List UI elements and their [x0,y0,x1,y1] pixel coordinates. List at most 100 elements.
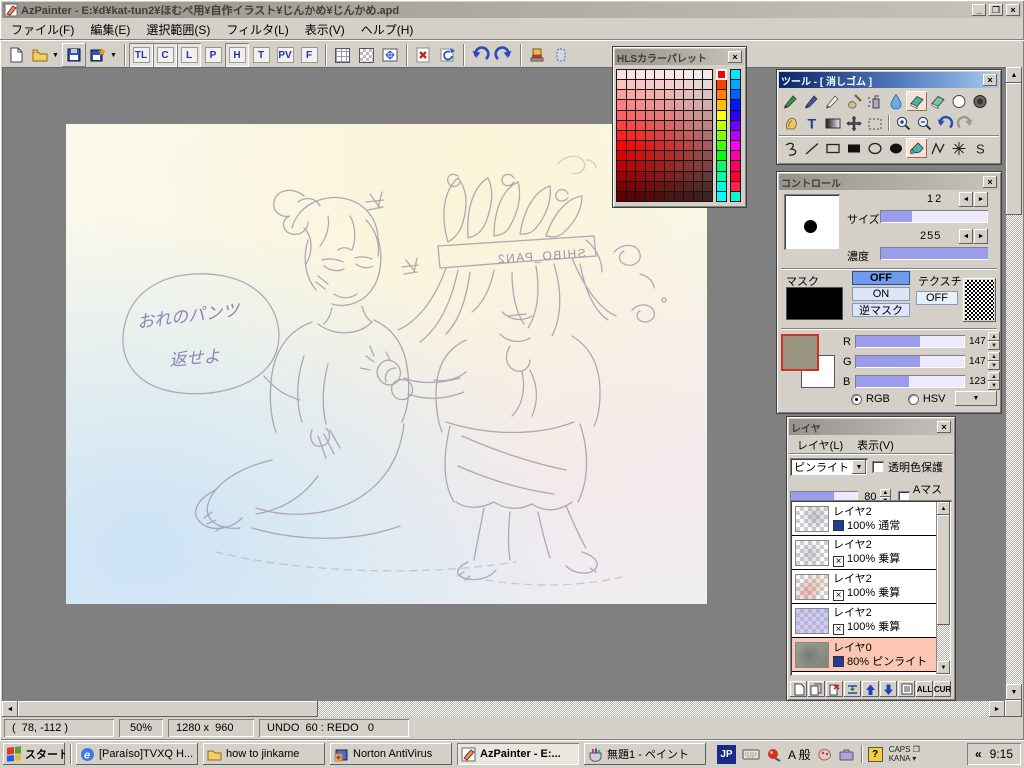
hue-cell[interactable] [731,100,740,110]
layer-row-0[interactable]: レイヤ2 100% 通常 [792,502,936,536]
palette-cell[interactable] [684,110,693,120]
palette-cell[interactable] [636,80,645,90]
horizontal-scrollbar[interactable]: ◄ ► [2,701,1005,717]
new-file-button[interactable] [4,43,28,67]
palette-cell[interactable] [636,110,645,120]
star-burst-tool[interactable] [948,138,969,158]
density-increment[interactable]: ► [974,229,988,244]
palette-cell[interactable] [674,110,684,120]
menu-filter[interactable]: フィルタ(L) [219,19,295,40]
palette-cell[interactable] [674,181,684,191]
palette-cell[interactable] [617,120,626,130]
blur-drop-tool[interactable] [885,91,906,111]
density-decrement[interactable]: ◄ [959,229,973,244]
palette-cell[interactable] [684,70,693,80]
scroll-right-button[interactable]: ► [989,701,1005,717]
ellipse-outline-tool[interactable] [864,138,885,158]
toggle-texture-window[interactable]: T [249,43,273,67]
layer-row-3[interactable]: レイヤ2 × 100% 乗算 [792,604,936,638]
mask-off-button[interactable]: OFF [852,271,910,285]
palette-cell[interactable] [645,181,655,191]
palette-cell[interactable] [674,151,684,161]
palette-cell[interactable] [617,171,626,181]
palette-cell[interactable] [703,171,712,181]
hls-title-bar[interactable]: HLSカラーパレット × [615,49,744,65]
hue-cell[interactable] [731,141,740,151]
toggle-palette-window[interactable]: P [201,43,225,67]
color-dropdown-button[interactable]: ▼ [955,391,997,406]
palette-cell[interactable] [617,191,626,201]
move-tool[interactable] [843,113,864,133]
palette-cell[interactable] [626,120,636,130]
texture-preview[interactable] [963,278,996,322]
palette-cell[interactable] [626,181,636,191]
palette-cell[interactable] [655,120,664,130]
palette-cell[interactable] [645,90,655,100]
control-close-icon[interactable]: × [983,176,997,188]
palette-cell[interactable] [693,191,703,201]
gradient-tool[interactable] [822,113,843,133]
palette-cell[interactable] [665,90,674,100]
menu-help[interactable]: ヘルプ(H) [354,19,421,40]
brush-tool[interactable] [843,91,864,111]
channel-b-slider[interactable] [855,375,965,388]
reload-button[interactable] [435,43,459,67]
blend-mode-dropdown[interactable]: ピンライト ▼ [790,458,868,476]
clock[interactable]: 9:15 [990,747,1013,761]
palette-cell[interactable] [626,171,636,181]
zoom-out-tool[interactable] [913,113,934,133]
palette-cell[interactable] [703,191,712,201]
select-tool[interactable] [864,113,885,133]
control-title-bar[interactable]: コントロール × [779,174,999,190]
delete-layer-button[interactable] [826,681,843,697]
menu-edit[interactable]: 編集(E) [83,19,137,40]
hue-cell[interactable] [717,161,726,171]
hsv-radio[interactable] [907,393,919,405]
transparency-view-button[interactable] [354,43,378,67]
ime-pad-icon[interactable] [817,747,833,761]
foreground-color-swatch[interactable] [781,334,819,371]
toggle-hls-window[interactable]: H [225,43,249,67]
palette-cell[interactable] [626,130,636,141]
toggle-layer-window[interactable]: L [177,43,201,67]
palette-cell[interactable] [617,110,626,120]
palette-cell[interactable] [626,90,636,100]
rgb-radio[interactable] [851,393,862,405]
palette-cell[interactable] [665,171,674,181]
palette-cell[interactable] [684,151,693,161]
freehand-shape-tool[interactable] [780,138,801,158]
palette-cell[interactable] [665,120,674,130]
b-down[interactable]: ▼ [988,381,1000,390]
palette-cell[interactable] [636,161,645,171]
redo-tool[interactable] [955,113,976,133]
mask-color-swatch[interactable] [786,287,843,320]
palette-cell[interactable] [645,100,655,110]
palette-cell[interactable] [655,70,664,80]
hue-cell[interactable] [717,181,726,191]
g-down[interactable]: ▼ [988,361,1000,370]
palette-cell[interactable] [617,141,626,151]
palette-cell[interactable] [645,191,655,201]
hue-cell[interactable] [731,171,740,181]
palette-cell[interactable] [665,181,674,191]
stamp-brush-button[interactable] [525,43,549,67]
palette-cell[interactable] [636,70,645,80]
palette-cell[interactable] [636,100,645,110]
hue-cell[interactable] [731,80,740,90]
layer-close-icon[interactable]: × [937,421,951,433]
move-layer-down-button[interactable] [880,681,897,697]
palette-cell[interactable] [674,90,684,100]
palette-cell[interactable] [636,151,645,161]
vertical-scrollbar[interactable]: ▲ ▼ [1006,67,1022,700]
help-icon[interactable]: ? [867,746,883,762]
hue-cell[interactable] [717,80,726,90]
palette-cell[interactable] [703,100,712,110]
pen-tool[interactable] [780,91,801,111]
palette-cell[interactable] [655,80,664,90]
size-decrement[interactable]: ◄ [959,192,973,207]
palette-cell[interactable] [693,181,703,191]
palette-cell[interactable] [617,80,626,90]
palette-cell[interactable] [645,151,655,161]
palette-cell[interactable] [684,80,693,90]
layer-row-4[interactable]: レイヤ0 80% ピンライト [792,638,936,672]
